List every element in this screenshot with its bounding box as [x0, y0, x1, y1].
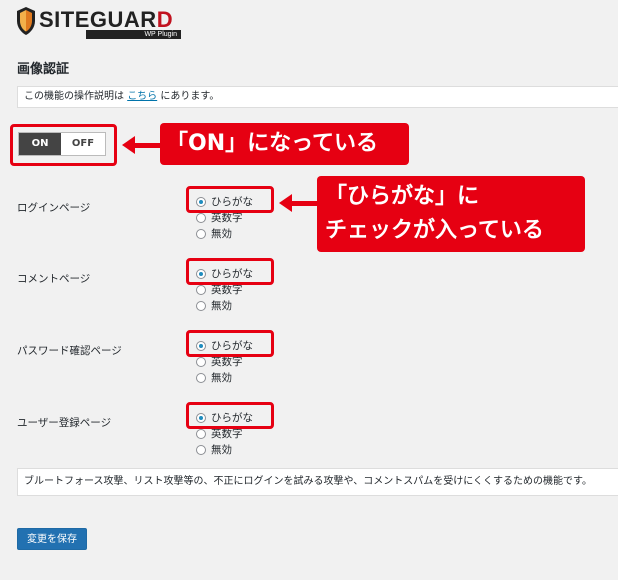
feature-description: ブルートフォース攻撃、リスト攻撃等の、不正にログインを試みる攻撃や、コメントスパ…: [17, 468, 618, 496]
radio-icon[interactable]: [196, 212, 206, 223]
register-radio-hiragana[interactable]: ひらがな: [196, 410, 253, 425]
radio-icon[interactable]: [196, 284, 206, 295]
register-radio-disabled[interactable]: 無効: [196, 442, 232, 457]
login-radio-hiragana[interactable]: ひらがな: [196, 194, 253, 209]
toggle-highlight-box: [10, 124, 117, 166]
arrow-left-icon: [279, 194, 317, 212]
comment-radio-hiragana[interactable]: ひらがな: [196, 266, 253, 281]
hiragana-callout: 「ひらがな」に チェックが入っている: [317, 176, 585, 252]
help-notice: この機能の操作説明は こちら にあります。: [17, 86, 618, 108]
comment-radio-disabled[interactable]: 無効: [196, 298, 232, 313]
radio-icon[interactable]: [196, 428, 206, 439]
radio-icon[interactable]: [196, 340, 206, 351]
siteguard-logo: SITEGUARD WP Plugin: [16, 6, 181, 40]
password-radio-hiragana[interactable]: ひらがな: [196, 338, 253, 353]
radio-icon[interactable]: [196, 412, 206, 423]
password-radio-disabled[interactable]: 無効: [196, 370, 232, 385]
radio-icon[interactable]: [196, 300, 206, 311]
arrow-left-icon: [122, 136, 160, 154]
login-page-label: ログインページ: [17, 202, 91, 214]
logo-tagline: WP Plugin: [86, 30, 181, 39]
on-callout: 「ON」になっている: [160, 123, 409, 165]
login-radio-disabled[interactable]: 無効: [196, 226, 232, 241]
radio-icon[interactable]: [196, 196, 206, 207]
register-page-label: ユーザー登録ページ: [17, 417, 112, 429]
radio-icon[interactable]: [196, 372, 206, 383]
help-link[interactable]: こちら: [127, 91, 157, 102]
save-changes-button[interactable]: 変更を保存: [17, 528, 87, 550]
password-page-label: パスワード確認ページ: [17, 345, 122, 357]
page-title: 画像認証: [17, 62, 70, 77]
radio-icon[interactable]: [196, 356, 206, 367]
comment-page-label: コメントページ: [17, 273, 91, 285]
logo-wordmark: SITEGUARD: [39, 7, 174, 32]
radio-icon[interactable]: [196, 268, 206, 279]
radio-icon[interactable]: [196, 444, 206, 455]
shield-icon: [17, 7, 35, 35]
radio-icon[interactable]: [196, 228, 206, 239]
